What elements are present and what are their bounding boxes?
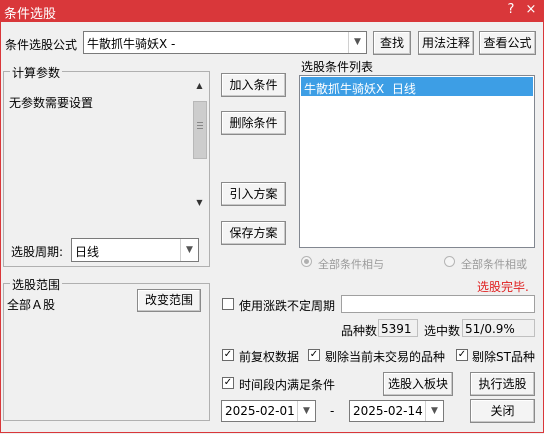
radio-all-and[interactable] bbox=[301, 256, 312, 267]
variable-period-input[interactable] bbox=[341, 295, 535, 313]
chevron-down-icon[interactable]: ▼ bbox=[180, 239, 198, 261]
import-plan-button[interactable]: 引入方案 bbox=[221, 182, 286, 206]
exclude-untraded-checkbox[interactable]: ✓ bbox=[308, 349, 320, 361]
save-plan-button[interactable]: 保存方案 bbox=[221, 221, 286, 245]
selected-label: 选中数 bbox=[424, 324, 461, 338]
scroll-down-icon[interactable]: ▼ bbox=[191, 198, 208, 212]
to-board-button[interactable]: 选股入板块 bbox=[383, 372, 453, 396]
exclude-st-checkbox[interactable]: ✓ bbox=[456, 349, 468, 361]
status-text: 选股完毕. bbox=[477, 280, 529, 294]
exclude-untraded-label: 剔除当前未交易的品种 bbox=[325, 350, 446, 364]
chevron-down-icon[interactable]: ▼ bbox=[425, 401, 443, 421]
params-panel: 无参数需要设置 ▲ ▼ bbox=[5, 79, 208, 214]
end-date-picker[interactable]: 2025-02-14 ▼ bbox=[349, 400, 444, 422]
range-value: 全部Ａ股 bbox=[7, 298, 56, 312]
condition-list-title: 选股条件列表 bbox=[301, 60, 374, 74]
all-or-label: 全部条件相或 bbox=[461, 258, 527, 271]
params-content: 无参数需要设置 bbox=[9, 96, 94, 110]
scroll-up-icon[interactable]: ▲ bbox=[191, 81, 208, 95]
variable-period-label: 使用涨跌不定周期 bbox=[239, 299, 336, 313]
remove-condition-button[interactable]: 删除条件 bbox=[221, 111, 286, 135]
list-item[interactable]: 牛散抓牛骑妖X 日线 bbox=[301, 77, 533, 96]
period-value: 日线 bbox=[75, 245, 100, 259]
stock-count-value: 5391 bbox=[381, 322, 412, 336]
adjust-checkbox[interactable]: ✓ bbox=[222, 349, 234, 361]
window-title: 条件选股 bbox=[4, 7, 57, 22]
condition-list[interactable]: 牛散抓牛骑妖X 日线 bbox=[299, 75, 535, 248]
formula-label: 条件选股公式 bbox=[5, 38, 78, 52]
formula-value: 牛散抓牛骑妖X - bbox=[87, 37, 176, 51]
close-button[interactable]: 关闭 bbox=[470, 399, 535, 423]
scroll-thumb[interactable] bbox=[193, 101, 207, 159]
radio-all-or[interactable] bbox=[444, 256, 455, 267]
params-scrollbar[interactable]: ▲ ▼ bbox=[191, 79, 208, 214]
period-select[interactable]: 日线 ▼ bbox=[71, 238, 199, 262]
selected-field: 51/0.9% bbox=[462, 319, 535, 337]
exclude-st-label: 剔除ST品种 bbox=[472, 350, 535, 364]
start-date-value: 2025-02-01 bbox=[225, 404, 295, 418]
usage-notes-button[interactable]: 用法注释 bbox=[418, 31, 474, 55]
title-bar: 条件选股 ? × bbox=[0, 0, 544, 22]
formula-select[interactable]: 牛散抓牛骑妖X - ▼ bbox=[83, 31, 367, 54]
selected-value: 51/0.9% bbox=[465, 322, 515, 336]
variable-period-checkbox[interactable] bbox=[222, 298, 234, 310]
stock-count-label: 品种数 bbox=[341, 324, 378, 338]
end-date-value: 2025-02-14 bbox=[353, 404, 423, 418]
find-button[interactable]: 查找 bbox=[373, 31, 411, 55]
help-button[interactable]: ? bbox=[503, 2, 519, 18]
start-date-picker[interactable]: 2025-02-01 ▼ bbox=[221, 400, 316, 422]
adjust-label: 前复权数据 bbox=[239, 350, 300, 364]
chevron-down-icon[interactable]: ▼ bbox=[297, 401, 315, 421]
date-separator: - bbox=[330, 404, 335, 418]
chevron-down-icon[interactable]: ▼ bbox=[348, 32, 366, 53]
stock-count-field: 5391 bbox=[378, 319, 418, 337]
range-group-title: 选股范围 bbox=[10, 276, 63, 293]
change-range-button[interactable]: 改变范围 bbox=[137, 289, 201, 312]
add-condition-button[interactable]: 加入条件 bbox=[221, 73, 286, 97]
time-range-checkbox[interactable]: ✓ bbox=[222, 377, 234, 389]
execute-button[interactable]: 执行选股 bbox=[470, 372, 535, 396]
all-and-label: 全部条件相与 bbox=[318, 258, 384, 271]
close-window-button[interactable]: × bbox=[523, 2, 539, 18]
period-label: 选股周期: bbox=[11, 245, 64, 259]
view-formula-button[interactable]: 查看公式 bbox=[479, 31, 536, 55]
time-range-label: 时间段内满足条件 bbox=[239, 378, 336, 392]
